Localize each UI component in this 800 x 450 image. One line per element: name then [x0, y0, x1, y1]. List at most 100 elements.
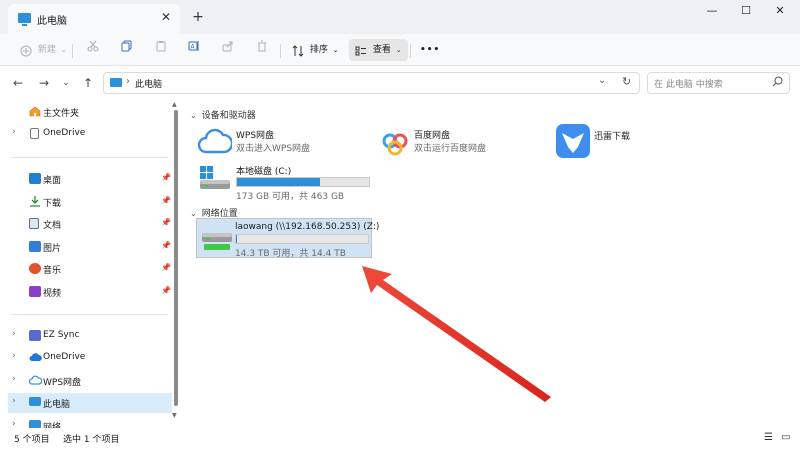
- drive-tile-local-c[interactable]: 本地磁盘 (C:) 173 GB 可用，共 463 GB: [198, 162, 378, 202]
- scroll-down-arrow-icon[interactable]: ▼: [172, 412, 177, 419]
- sidebar-item-videos[interactable]: 视频 📌: [8, 282, 172, 302]
- drive-tile-wps[interactable]: WPS网盘 双击进入WPS网盘: [197, 126, 378, 161]
- new-icon: [20, 44, 32, 56]
- tab-title: 此电脑: [37, 16, 67, 27]
- expand-chevron-icon[interactable]: ›: [12, 374, 16, 384]
- wps-cloud-icon: [28, 375, 43, 386]
- sidebar-item-documents[interactable]: 文档 📌: [8, 214, 172, 234]
- pin-icon[interactable]: 📌: [161, 173, 171, 182]
- rename-icon[interactable]: A: [188, 39, 200, 61]
- computer-icon: [18, 13, 31, 26]
- refresh-icon[interactable]: ↻: [622, 75, 631, 88]
- close-window-button[interactable]: ✕: [766, 4, 794, 18]
- sidebar-item-ez-sync[interactable]: › EZ Sync: [8, 326, 172, 346]
- title-bar: 此电脑 ✕ + — ☐ ✕: [0, 0, 800, 34]
- breadcrumb-chevron-icon[interactable]: ›: [126, 76, 130, 87]
- sidebar-item-label: 下载: [43, 199, 62, 209]
- wps-cloud-icon: [197, 128, 234, 161]
- collapse-chevron-icon[interactable]: ⌄: [190, 209, 197, 218]
- sidebar-item-home[interactable]: 主文件夹: [8, 102, 172, 122]
- sidebar-item-label: OneDrive: [43, 352, 86, 362]
- sort-button[interactable]: 排序 ⌄: [292, 39, 339, 61]
- minimize-button[interactable]: —: [698, 4, 726, 18]
- sidebar-item-downloads[interactable]: 下载 📌: [8, 192, 172, 212]
- more-options-button[interactable]: •••: [420, 39, 440, 61]
- copy-icon[interactable]: [121, 39, 133, 61]
- sidebar-item-network[interactable]: › 网络: [8, 416, 172, 428]
- expand-chevron-icon[interactable]: ›: [12, 351, 16, 361]
- address-bar[interactable]: › 此电脑 ⌄ ↻: [103, 72, 640, 94]
- sidebar-item-label: 网络: [43, 423, 62, 428]
- sidebar-item-this-pc[interactable]: › 此电脑: [8, 393, 172, 413]
- back-arrow-icon[interactable]: ←: [10, 75, 26, 91]
- sidebar-item-pictures[interactable]: 图片 📌: [8, 237, 172, 257]
- network-icon: [29, 420, 41, 428]
- pin-icon[interactable]: 📌: [161, 286, 171, 295]
- paste-icon[interactable]: [155, 39, 167, 61]
- group-header-devices[interactable]: ⌄ 设备和驱动器: [190, 108, 256, 121]
- pin-icon[interactable]: 📌: [161, 241, 171, 250]
- drive-tile-network-z[interactable]: laowang (\\192.168.50.253) (Z:) 14.3 TB …: [196, 218, 379, 259]
- expand-chevron-icon[interactable]: ›: [12, 329, 16, 339]
- address-dropdown-icon[interactable]: ⌄: [598, 75, 606, 86]
- windows-drive-icon: [198, 164, 232, 197]
- view-button[interactable]: 查看 ⌄: [349, 39, 408, 61]
- navigation-pane: 主文件夹 › OneDrive 桌面 📌 下载 📌 文档 📌 图片 📌 音乐 📌…: [0, 100, 178, 428]
- collapse-chevron-icon[interactable]: ⌄: [190, 111, 197, 120]
- sidebar-scrollbar[interactable]: [174, 110, 178, 406]
- search-icon[interactable]: [772, 76, 783, 90]
- desktop-icon: [29, 173, 41, 184]
- sidebar-item-wps[interactable]: › WPS网盘: [8, 371, 172, 391]
- tab-close-button[interactable]: ✕: [158, 9, 174, 25]
- sidebar-item-music[interactable]: 音乐 📌: [8, 259, 172, 279]
- download-icon: [29, 196, 41, 207]
- cloud-icon: [29, 352, 42, 363]
- tiles-view-icon[interactable]: ▭: [781, 432, 790, 443]
- delete-icon[interactable]: [256, 39, 268, 61]
- sidebar-item-desktop[interactable]: 桌面 📌: [8, 169, 172, 189]
- computer-icon: [29, 397, 41, 406]
- share-icon[interactable]: [222, 39, 234, 61]
- new-button[interactable]: 新建 ⌄: [20, 39, 67, 61]
- sidebar-item-label: OneDrive: [43, 128, 86, 138]
- pin-icon[interactable]: 📌: [161, 218, 171, 227]
- sidebar-item-onedrive[interactable]: › OneDrive: [8, 348, 172, 368]
- up-arrow-icon[interactable]: ↑: [80, 75, 96, 91]
- maximize-button[interactable]: ☐: [732, 4, 760, 18]
- drive-subtitle: 双击运行百度网盘: [414, 144, 487, 154]
- drive-tile-baidu[interactable]: 百度网盘 双击运行百度网盘: [380, 126, 540, 160]
- search-input[interactable]: 在 此电脑 中搜索: [647, 72, 790, 94]
- sidebar-item-label: 图片: [43, 244, 62, 254]
- recent-chevron-down-icon[interactable]: ⌄: [58, 75, 74, 91]
- sync-icon: [29, 330, 41, 341]
- sidebar-divider: [12, 157, 168, 158]
- forward-arrow-icon[interactable]: →: [36, 75, 52, 91]
- expand-chevron-icon[interactable]: ›: [12, 396, 16, 406]
- pin-icon[interactable]: 📌: [161, 263, 171, 272]
- drive-name: 本地磁盘 (C:): [236, 167, 292, 177]
- cut-icon[interactable]: [87, 39, 99, 61]
- file-icon: [30, 128, 39, 139]
- view-label: 查看: [372, 45, 391, 55]
- pin-icon[interactable]: 📌: [161, 196, 171, 205]
- sidebar-item-onedrive-top[interactable]: › OneDrive: [8, 124, 172, 144]
- sidebar-item-label: WPS网盘: [43, 378, 82, 388]
- item-count: 5 个项目: [14, 435, 50, 445]
- breadcrumb-this-pc[interactable]: 此电脑: [135, 77, 162, 90]
- drive-name: laowang (\\192.168.50.253) (Z:): [235, 222, 380, 232]
- expand-chevron-icon[interactable]: ›: [12, 419, 16, 428]
- details-view-icon[interactable]: ☰: [764, 432, 773, 443]
- tab-this-pc[interactable]: 此电脑 ✕: [8, 4, 180, 34]
- xunlei-bird-icon: [556, 124, 590, 158]
- drive-subtitle: 173 GB 可用，共 463 GB: [236, 192, 345, 202]
- content-pane: ⌄ 设备和驱动器 WPS网盘 双击进入WPS网盘 百度网盘 双击运行百度网盘 迅雷…: [184, 100, 800, 428]
- scroll-up-arrow-icon[interactable]: ▲: [172, 101, 177, 108]
- drive-tile-xunlei[interactable]: 迅雷下载: [556, 124, 676, 160]
- network-drive-icon: [200, 225, 234, 256]
- expand-chevron-icon[interactable]: ›: [12, 127, 16, 137]
- divider: [410, 44, 411, 58]
- view-icon: [355, 44, 367, 56]
- drive-usage-fill: [237, 178, 321, 186]
- sort-label: 排序: [309, 45, 328, 55]
- new-tab-button[interactable]: +: [190, 9, 206, 25]
